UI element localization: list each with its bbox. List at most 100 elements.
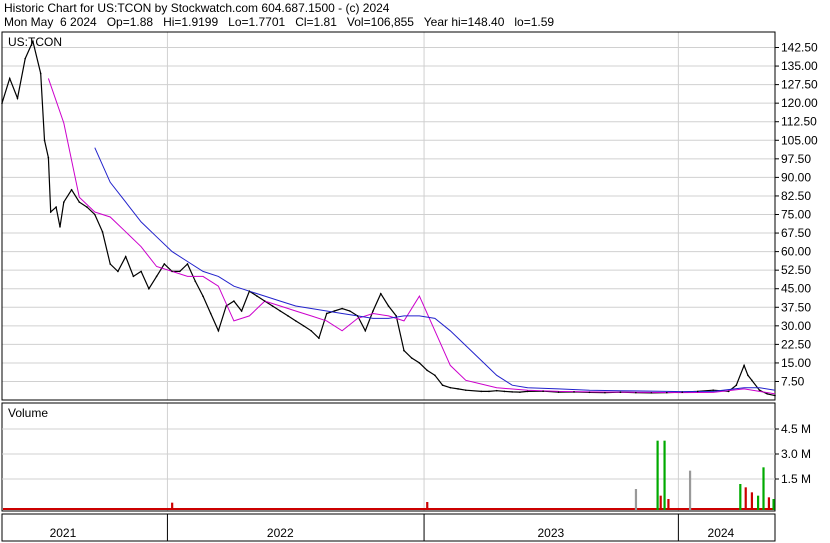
price-point [503, 390, 506, 393]
volume-bar [767, 497, 771, 510]
price-point [356, 315, 359, 317]
price-point [178, 270, 181, 273]
price-line [1, 39, 776, 397]
price-point [372, 310, 374, 312]
volume-tick-label: 1.5 M [781, 472, 811, 486]
price-point [78, 201, 81, 203]
year-label: 2024 [708, 526, 735, 540]
price-point [132, 275, 135, 278]
volume-bar [171, 502, 174, 510]
price-point [557, 391, 560, 393]
volume-bar [744, 487, 747, 510]
price-point [63, 201, 65, 203]
price-tick-label: 60.00 [781, 245, 811, 259]
volume-bar [656, 440, 659, 510]
price-point [217, 329, 220, 332]
price-point [766, 393, 769, 395]
price-tick-label: 127.50 [781, 78, 818, 92]
price-point [55, 206, 57, 208]
price-point [364, 329, 367, 332]
price-tick-label: 112.50 [781, 115, 817, 129]
price-tick-label: 120.00 [781, 96, 818, 110]
price-point [712, 389, 714, 391]
price-point [727, 390, 730, 393]
price-tick-label: 37.50 [781, 300, 811, 314]
price-point [233, 300, 235, 302]
year-label: 2023 [537, 526, 564, 540]
price-point [24, 57, 26, 60]
price-point [93, 213, 96, 216]
volume-bar [772, 499, 775, 510]
price-point [480, 390, 483, 393]
price-point [635, 391, 637, 394]
price-point [194, 280, 197, 283]
price-point [1, 102, 3, 104]
price-tick-label: 90.00 [781, 170, 811, 184]
volume-bar [426, 502, 429, 510]
price-tick-label: 142.50 [781, 41, 818, 55]
price-point [148, 287, 150, 290]
price-point [395, 315, 398, 317]
price-point [279, 310, 282, 312]
price-point [418, 362, 421, 364]
volume-tick-label: 4.5 M [781, 422, 811, 436]
price-point [124, 255, 127, 258]
price-point [70, 188, 73, 191]
price-point [573, 391, 575, 393]
price-point [49, 211, 52, 213]
date-axis-frame [1, 513, 776, 542]
price-point [39, 72, 42, 75]
price-tick-label: 15.00 [781, 356, 811, 370]
price-point [495, 389, 498, 392]
price-point [681, 391, 684, 393]
price-point [318, 337, 320, 340]
price-point [310, 329, 313, 332]
year-label: 2022 [267, 526, 294, 540]
volume-panel-label: Volume [8, 406, 48, 420]
price-point [163, 263, 166, 265]
price-tick-label: 52.50 [781, 263, 811, 277]
ma_fast-line [47, 78, 776, 395]
price-point [410, 357, 413, 359]
price-point [441, 384, 444, 387]
price-point [32, 40, 34, 43]
price-point [248, 290, 251, 292]
price-point [349, 310, 351, 312]
price-point [526, 390, 529, 393]
price-point [86, 206, 88, 208]
price-point [619, 391, 622, 393]
price-point [16, 97, 19, 100]
price-point [325, 312, 328, 315]
price-point [240, 310, 243, 312]
price-point [735, 384, 738, 387]
price-point [271, 305, 274, 307]
volume-bar [634, 489, 638, 510]
price-tick-label: 22.50 [781, 337, 811, 351]
price-point [758, 389, 761, 391]
volume-bar [659, 495, 662, 510]
price-point [294, 320, 297, 322]
price-point [109, 263, 112, 265]
price-point [379, 292, 382, 295]
price-point [333, 310, 336, 312]
volume-bar [762, 467, 765, 510]
price-point [747, 374, 749, 377]
price-point [101, 231, 104, 233]
price-point [59, 226, 61, 228]
price-tick-label: 7.50 [781, 375, 805, 389]
year-label: 2021 [50, 526, 77, 540]
price-point [43, 139, 46, 142]
price-point [696, 390, 699, 393]
price-point [650, 392, 653, 394]
price-point [457, 388, 459, 390]
price-tick-label: 135.00 [781, 59, 818, 73]
price-point [488, 390, 490, 393]
volume-bar [739, 484, 742, 510]
price-point [774, 394, 776, 397]
price-point [511, 391, 513, 393]
price-point [140, 270, 142, 273]
volume-bar [667, 499, 670, 510]
price-panel-label: US:TCON [8, 35, 62, 49]
price-point [8, 77, 11, 80]
volume-bar [756, 495, 760, 510]
